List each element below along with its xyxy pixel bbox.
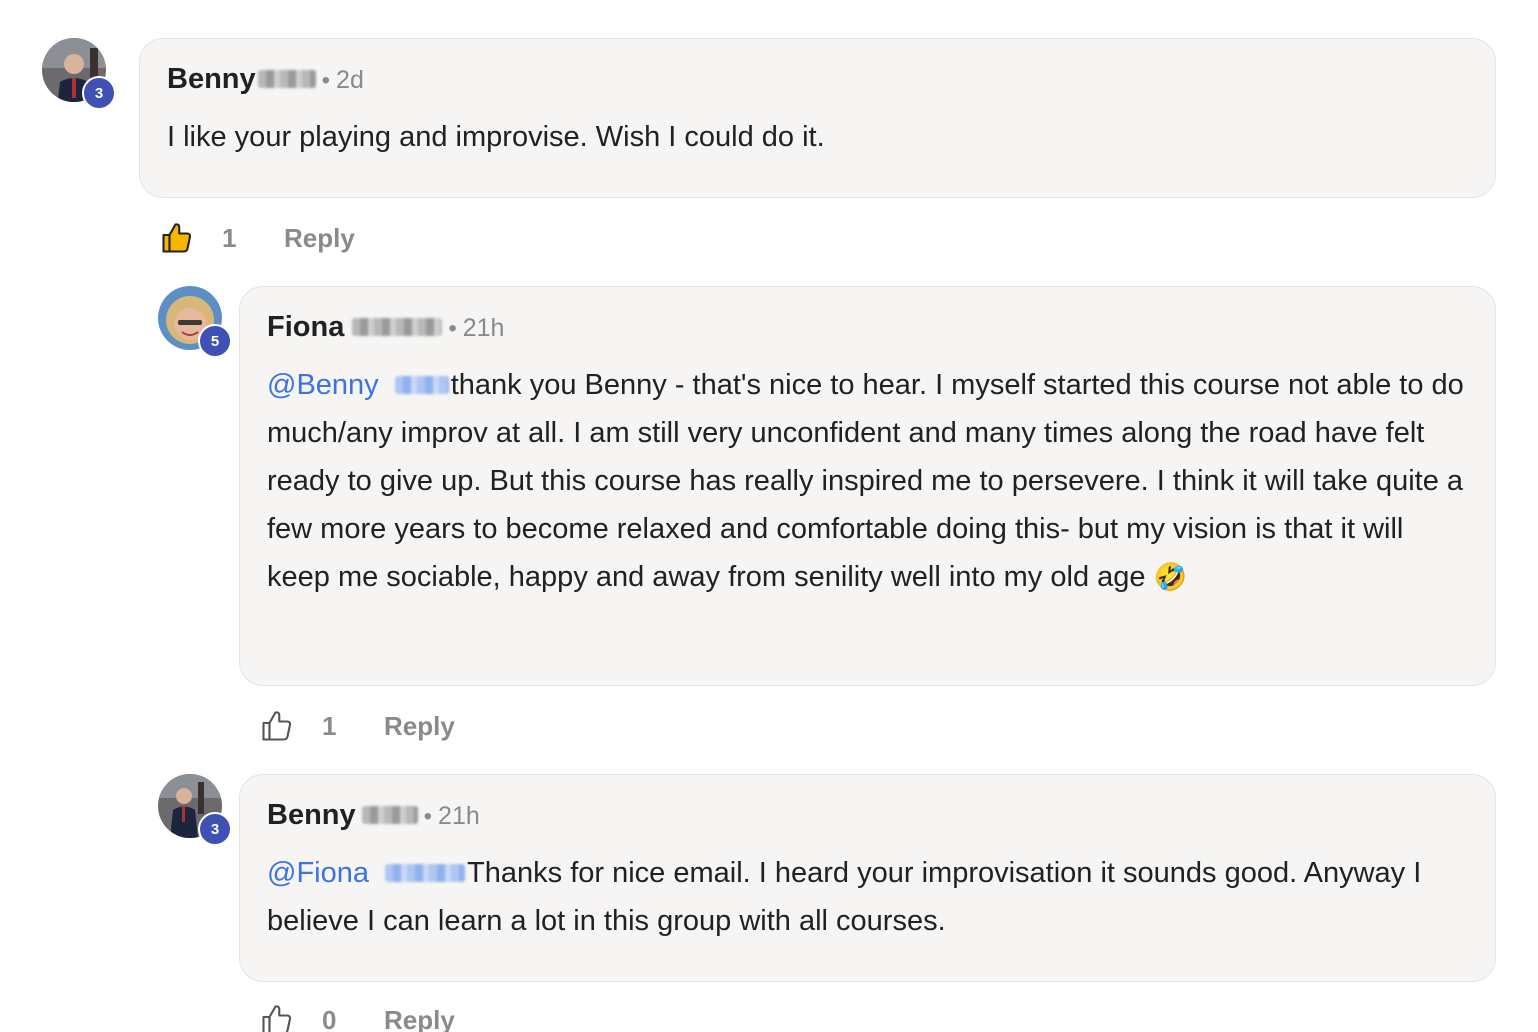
avatar-benny[interactable]: 3 [158, 774, 232, 846]
meta-separator: • [423, 803, 433, 830]
comment-bubble: Fiona • 21h @Benny thank you Benny - tha… [239, 286, 1496, 686]
redacted-surname [361, 806, 418, 824]
comment-bubble: Benny • 2d I like your playing and impro… [139, 38, 1496, 198]
author-name[interactable]: Benny [167, 63, 256, 96]
timestamp[interactable]: 2d [336, 66, 364, 95]
comment-thread: 3 Benny • 2d I like your playing and imp… [0, 0, 1538, 1032]
level-badge: 3 [82, 76, 116, 110]
redacted-mention-surname [394, 376, 449, 394]
reply-button[interactable]: Reply [284, 223, 355, 254]
comment-actions: 0 Reply [258, 1000, 455, 1032]
mention-link[interactable]: @Fiona [267, 857, 369, 889]
comment-header: Fiona • 21h [267, 311, 1467, 359]
avatar-fiona[interactable]: 5 [158, 286, 232, 358]
comment-actions: 1 Reply [258, 706, 455, 746]
comment-body: thank you Benny - that's nice to hear. I… [267, 369, 1464, 593]
thumbs-up-icon[interactable] [258, 1001, 296, 1032]
avatar-benny[interactable]: 3 [42, 38, 116, 110]
reply-button[interactable]: Reply [384, 711, 455, 742]
like-count: 0 [322, 1004, 337, 1032]
timestamp[interactable]: 21h [463, 314, 505, 343]
meta-separator: • [448, 315, 457, 342]
rofl-emoji: 🤣 [1153, 562, 1188, 592]
reply-button[interactable]: Reply [384, 1005, 455, 1032]
author-name[interactable]: Benny [267, 799, 356, 832]
redacted-surname [352, 318, 443, 336]
comment-text: I like your playing and improvise. Wish … [167, 113, 1467, 161]
comment-text: @Fiona Thanks for nice email. I heard yo… [267, 849, 1467, 945]
thumbs-up-icon[interactable] [258, 707, 296, 745]
comment-actions: 1 Reply [158, 218, 355, 258]
redacted-surname [257, 70, 316, 88]
redacted-mention-surname [385, 864, 466, 882]
comment-header: Benny • 21h [267, 799, 1467, 847]
author-name[interactable]: Fiona [267, 311, 344, 344]
timestamp[interactable]: 21h [438, 802, 480, 831]
mention-link[interactable]: @Benny [267, 369, 379, 401]
comment-body: I like your playing and improvise. Wish … [167, 121, 825, 153]
like-count: 1 [222, 222, 237, 253]
meta-separator: • [321, 67, 331, 94]
comment-header: Benny • 2d [167, 63, 1467, 111]
level-badge: 5 [198, 324, 232, 358]
thumbs-up-liked-icon[interactable] [158, 219, 196, 257]
like-count: 1 [322, 710, 337, 741]
comment-text: @Benny thank you Benny - that's nice to … [267, 361, 1467, 601]
level-badge: 3 [198, 812, 232, 846]
comment-bubble: Benny • 21h @Fiona Thanks for nice email… [239, 774, 1496, 982]
